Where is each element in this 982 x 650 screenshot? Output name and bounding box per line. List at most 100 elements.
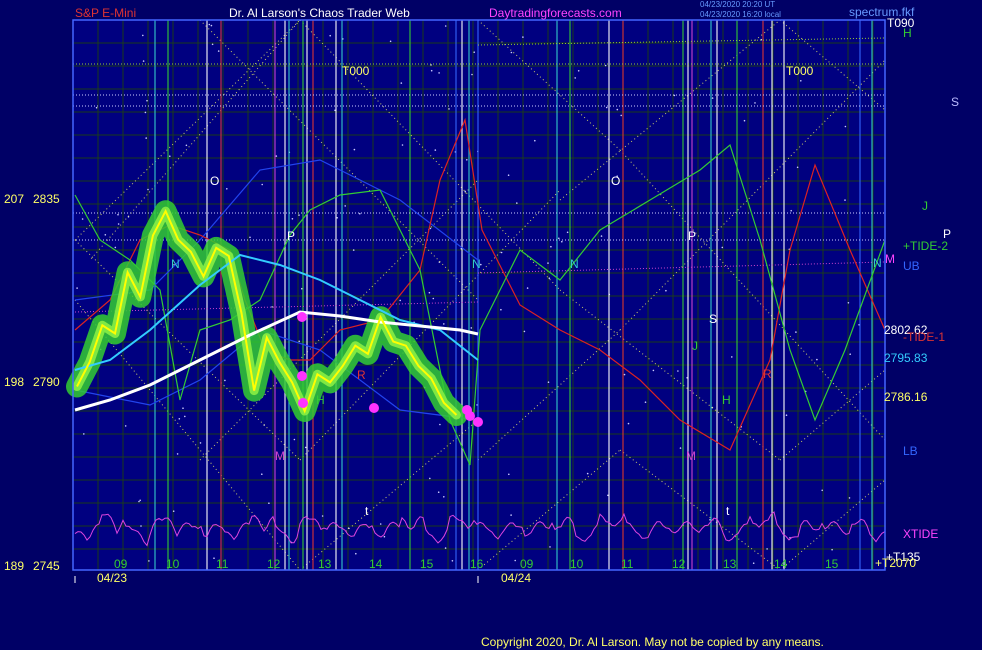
star	[600, 235, 603, 237]
star	[620, 114, 622, 117]
star	[146, 99, 148, 102]
star	[577, 70, 580, 72]
star	[470, 327, 473, 329]
label-n-right: N	[873, 256, 882, 270]
y-label-bottom-a: 189	[4, 559, 24, 573]
star	[271, 306, 273, 308]
label-t2070: +T2070	[875, 556, 916, 570]
star	[117, 223, 120, 225]
site-link[interactable]: Daytradingforecasts.com	[489, 6, 622, 20]
star	[432, 297, 435, 300]
star	[550, 245, 552, 248]
star	[383, 535, 386, 538]
label-t000-b: T000	[786, 64, 814, 78]
star	[800, 80, 802, 82]
star	[139, 499, 141, 502]
x-tick-8: 09	[520, 557, 534, 571]
chart-title: Dr. Al Larson's Chaos Trader Web	[229, 6, 410, 20]
star	[352, 249, 355, 251]
star	[558, 237, 560, 240]
star	[104, 234, 107, 236]
star	[428, 291, 431, 294]
star	[83, 433, 85, 435]
x-tick-3: 12	[267, 557, 281, 571]
y-label-bottom-b: 2745	[33, 559, 60, 573]
label-o-2: O	[611, 174, 620, 188]
label-p-2: P	[688, 229, 696, 243]
star	[627, 422, 630, 425]
star	[831, 548, 833, 551]
star	[526, 287, 529, 289]
star	[510, 514, 512, 516]
star	[117, 213, 119, 216]
star	[95, 106, 98, 109]
label-s-right: S	[951, 95, 959, 109]
price-marker	[297, 312, 307, 322]
star	[821, 489, 823, 492]
star	[430, 69, 433, 72]
star	[344, 205, 347, 207]
timestamp-local: 04/23/2020 16:20 local	[700, 10, 781, 19]
label-t000-a: T000	[342, 64, 370, 78]
symbol-label: S&P E-Mini	[75, 6, 136, 20]
date-label-2: 04/24	[501, 571, 531, 585]
x-tick-12: 13	[723, 557, 737, 571]
star	[665, 289, 667, 292]
x-tick-13: 14	[774, 557, 788, 571]
star	[224, 379, 226, 382]
star	[549, 546, 551, 548]
star	[754, 102, 756, 104]
star	[443, 496, 445, 498]
star	[605, 106, 608, 109]
level-value-2: 2795.83	[884, 351, 928, 365]
star	[464, 190, 467, 193]
star	[261, 473, 263, 476]
star	[795, 331, 797, 333]
star	[847, 302, 850, 304]
label-tide2: +TIDE-2	[903, 239, 948, 253]
star	[401, 144, 404, 146]
star	[507, 174, 510, 176]
star	[172, 510, 175, 512]
label-ub: UB	[903, 259, 920, 273]
star	[275, 155, 278, 157]
star	[439, 423, 441, 426]
star	[301, 287, 303, 290]
star	[429, 477, 431, 480]
copyright: Copyright 2020, Dr. Al Larson. May not b…	[481, 635, 824, 649]
y-label-mid-b: 2790	[33, 375, 60, 389]
star	[766, 548, 768, 550]
star	[816, 358, 818, 361]
label-h-1: H	[316, 393, 325, 407]
label-p-1: P	[287, 229, 295, 243]
star	[508, 473, 510, 476]
star	[785, 414, 788, 417]
star	[547, 262, 549, 264]
star	[291, 218, 294, 220]
star	[466, 159, 468, 161]
label-m-right: M	[885, 252, 895, 266]
star	[336, 217, 339, 219]
label-h-right: H	[903, 26, 912, 40]
star	[514, 559, 516, 562]
star	[355, 552, 357, 555]
label-lb: LB	[903, 444, 918, 458]
star	[848, 497, 851, 499]
star	[444, 25, 447, 27]
star	[473, 51, 476, 53]
star	[644, 401, 647, 404]
star	[711, 97, 714, 99]
price-marker	[473, 417, 483, 427]
star	[142, 34, 144, 37]
star	[677, 370, 679, 372]
level-value-3: 2786.16	[884, 390, 928, 404]
price-marker	[298, 398, 308, 408]
star	[743, 119, 746, 122]
star	[268, 502, 270, 505]
star	[731, 356, 733, 358]
star	[353, 148, 356, 151]
star	[389, 40, 392, 43]
star	[844, 125, 847, 128]
label-tide1: -TIDE-1	[903, 330, 945, 344]
star	[534, 139, 536, 142]
